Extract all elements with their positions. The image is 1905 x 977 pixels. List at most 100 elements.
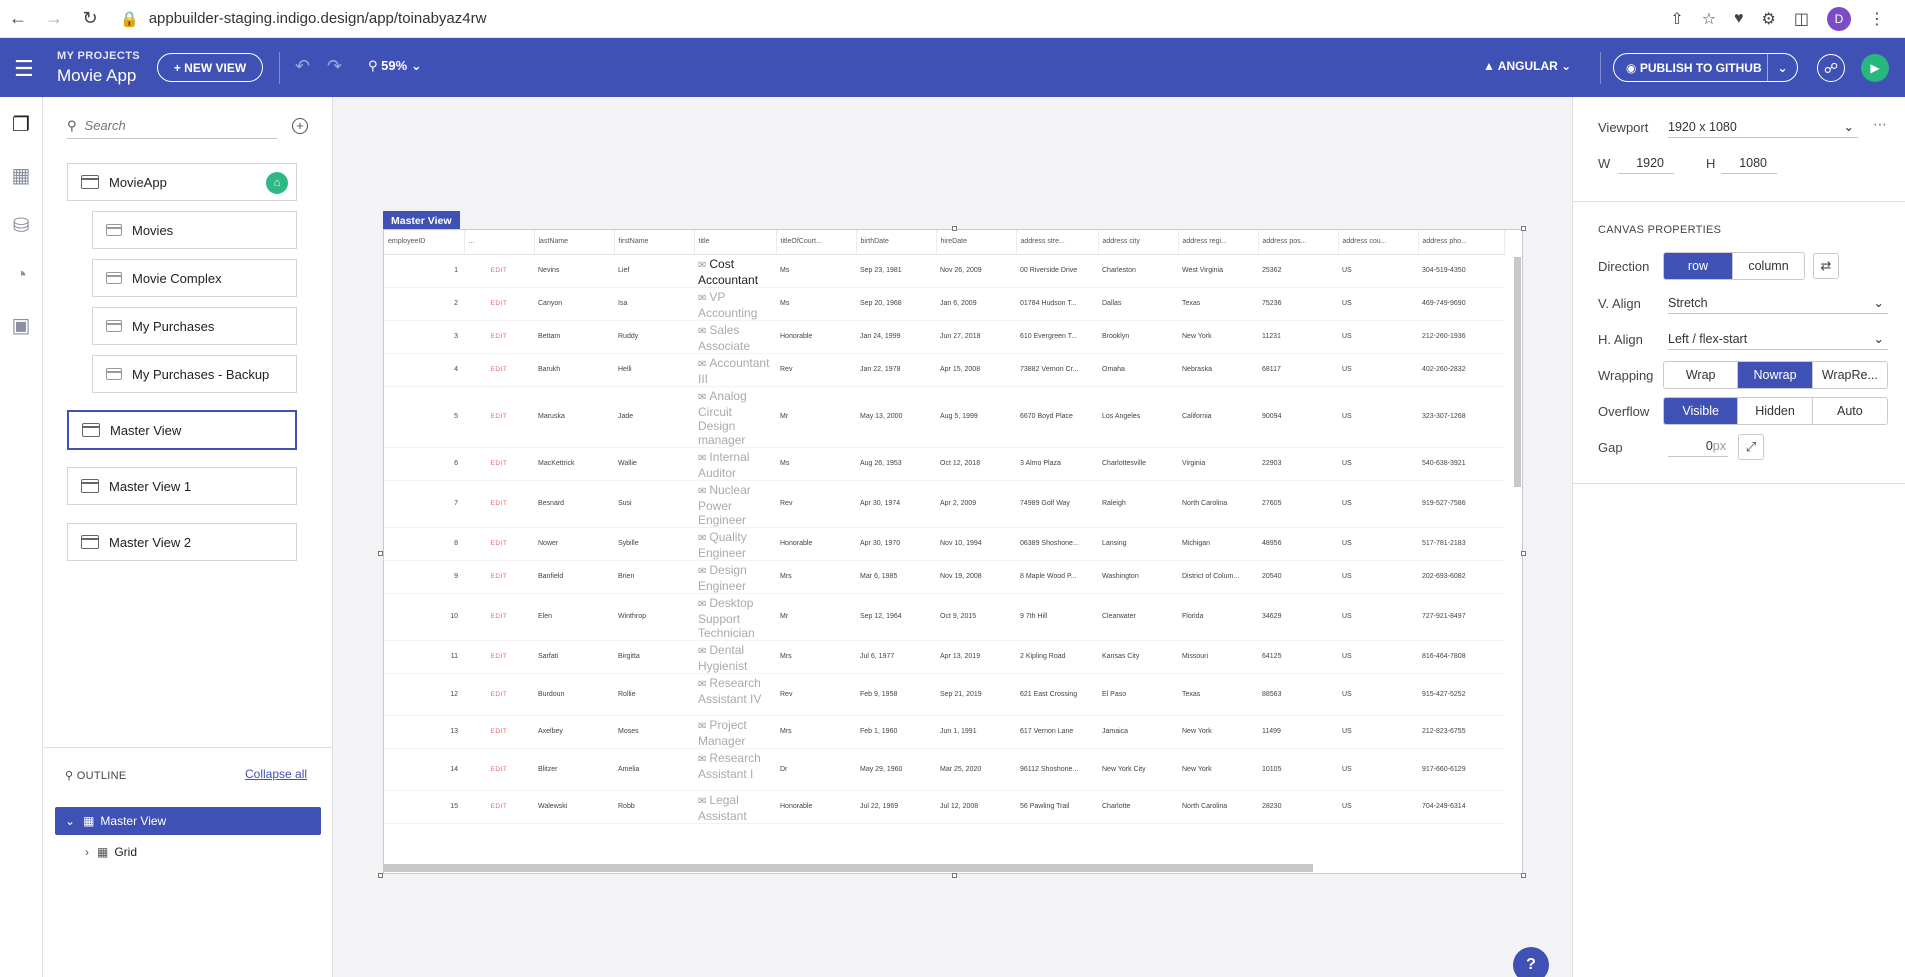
table-row[interactable]: 4 EDIT Barukh Helli ✉ Accountant III Rev Jan 22…: [384, 353, 1504, 387]
table-row[interactable]: 3 EDIT Bettam Ruddy ✉ Sales Associate Honorabl…: [384, 320, 1504, 354]
view-item-movie-complex[interactable]: Movie Complex: [92, 259, 297, 297]
data-grid[interactable]: employeeID... lastName firstName title title…: [383, 229, 1523, 874]
overflow-visible-option[interactable]: Visible: [1664, 398, 1739, 424]
table-row[interactable]: 13 EDIT Axelbey Moses ✉ Project Manager Mrs Feb…: [384, 715, 1504, 749]
overflow-auto-option[interactable]: Auto: [1813, 398, 1887, 424]
search-input[interactable]: [84, 118, 255, 133]
data-source-icon[interactable]: ⛁: [8, 212, 34, 238]
column-header[interactable]: ...: [464, 230, 535, 255]
undo-icon[interactable]: ↶: [295, 56, 310, 77]
valign-select[interactable]: Stretch ⌄: [1668, 292, 1888, 314]
add-view-icon[interactable]: +: [292, 118, 308, 134]
profile-avatar[interactable]: D: [1827, 7, 1851, 31]
search-icon[interactable]: ⚲: [65, 770, 73, 782]
view-item-movies[interactable]: Movies: [92, 211, 297, 249]
edit-button[interactable]: EDIT: [464, 320, 534, 354]
view-item-my-purchases[interactable]: My Purchases: [92, 307, 297, 345]
extension-puzzle-icon[interactable]: ⚙: [1762, 9, 1776, 29]
resize-handle[interactable]: [378, 551, 383, 556]
resize-handle[interactable]: [1521, 551, 1526, 556]
resize-handle[interactable]: [378, 873, 383, 878]
publish-dropdown-chevron-icon[interactable]: ⌄: [1767, 54, 1797, 81]
view-tag[interactable]: Master View: [383, 211, 460, 230]
viewport-select[interactable]: 1920 x 1080 ⌄: [1668, 116, 1858, 138]
table-row[interactable]: 12 EDIT Burdoun Rollie ✉ Research Assistant I…: [384, 673, 1504, 716]
overflow-hidden-option[interactable]: Hidden: [1738, 398, 1813, 424]
share-icon[interactable]: ☍: [1817, 54, 1845, 82]
table-row[interactable]: 2 EDIT Canyon Isa ✉ VP Accounting Ms Sep 20, 19…: [384, 287, 1504, 321]
forward-arrow-icon[interactable]: →: [36, 0, 72, 38]
framework-select[interactable]: ▲ ANGULAR ⌄: [1483, 59, 1571, 73]
table-row[interactable]: 6 EDIT MacKettrick Wallie ✉ Internal Auditor M…: [384, 447, 1504, 481]
view-item-movieapp[interactable]: MovieApp ⌂: [67, 163, 297, 201]
resize-handle[interactable]: [952, 873, 957, 878]
run-preview-icon[interactable]: ▶: [1861, 54, 1889, 82]
halign-select[interactable]: Left / flex-start ⌄: [1668, 328, 1888, 350]
edit-button[interactable]: EDIT: [464, 790, 534, 824]
edit-button[interactable]: EDIT: [464, 386, 534, 448]
wrap-option[interactable]: Wrap: [1664, 362, 1739, 388]
resize-handle[interactable]: [1521, 226, 1526, 231]
more-options-icon[interactable]: ⋯: [1873, 116, 1887, 133]
share-page-icon[interactable]: ⇧: [1670, 9, 1683, 29]
edit-button[interactable]: EDIT: [464, 480, 534, 528]
horizontal-scrollbar[interactable]: [383, 864, 1313, 872]
column-header[interactable]: address cou...: [1338, 230, 1419, 255]
column-header[interactable]: birthDate: [856, 230, 937, 255]
outline-item-master-view[interactable]: ⌄ ▦ Master View: [55, 807, 321, 835]
grid-table[interactable]: employeeID... lastName firstName title title…: [384, 230, 1505, 824]
address-bar[interactable]: 🔒 appbuilder-staging.indigo.design/app/t…: [120, 10, 486, 28]
edit-button[interactable]: EDIT: [464, 254, 534, 288]
edit-button[interactable]: EDIT: [464, 593, 534, 641]
reload-icon[interactable]: ↻: [72, 0, 108, 38]
wrap-reverse-option[interactable]: WrapRe...: [1813, 362, 1887, 388]
edit-button[interactable]: EDIT: [464, 640, 534, 674]
height-input[interactable]: 1080: [1721, 152, 1777, 174]
column-header[interactable]: employeeID: [384, 230, 465, 255]
table-row[interactable]: 10 EDIT Elen Winthrop ✉ Desktop Support Techn…: [384, 593, 1504, 641]
view-item-master-view-2[interactable]: Master View 2: [67, 523, 297, 561]
browser-menu-icon[interactable]: ⋮: [1869, 9, 1885, 29]
sidebar-toggle-icon[interactable]: ◫: [1794, 9, 1809, 29]
link-gap-icon[interactable]: ⤢: [1738, 434, 1764, 460]
help-button[interactable]: ?: [1513, 947, 1549, 977]
publish-github-button[interactable]: ◉ PUBLISH TO GITHUB ⌄: [1613, 53, 1798, 82]
width-input[interactable]: 1920: [1618, 152, 1674, 174]
nowrap-option[interactable]: Nowrap: [1738, 362, 1813, 388]
edit-button[interactable]: EDIT: [464, 353, 534, 387]
chevron-right-icon[interactable]: ›: [85, 845, 89, 859]
vertical-scrollbar[interactable]: [1514, 257, 1521, 487]
table-row[interactable]: 1 EDIT Nevins Lief ✉ Cost Accountant Ms Sep 23,…: [384, 254, 1504, 288]
direction-row-option[interactable]: row: [1664, 253, 1734, 279]
table-row[interactable]: 15 EDIT Walewski Robb ✉ Legal Assistant Honora…: [384, 790, 1504, 824]
column-header[interactable]: title: [694, 230, 777, 255]
column-header[interactable]: titleOfCourt...: [776, 230, 857, 255]
extension-heart-icon[interactable]: ♥: [1734, 10, 1744, 28]
edit-button[interactable]: EDIT: [464, 673, 534, 716]
table-row[interactable]: 5 EDIT Maruska Jade ✉ Analog Circuit Design m…: [384, 386, 1504, 448]
gap-input[interactable]: 0px: [1668, 435, 1728, 457]
table-row[interactable]: 14 EDIT Blitzer Amelia ✉ Research Assistant I…: [384, 748, 1504, 791]
assets-image-icon[interactable]: ▣: [8, 312, 34, 338]
edit-button[interactable]: EDIT: [464, 748, 534, 791]
table-row[interactable]: 9 EDIT Banfield Brien ✉ Design Engineer Mrs Mar…: [384, 560, 1504, 594]
view-item-master-view[interactable]: Master View: [67, 410, 297, 450]
edit-button[interactable]: EDIT: [464, 287, 534, 321]
views-icon[interactable]: ❐: [8, 111, 34, 137]
chevron-down-icon[interactable]: ⌄: [65, 814, 75, 828]
redo-icon[interactable]: ↷: [327, 56, 342, 77]
edit-button[interactable]: EDIT: [464, 560, 534, 594]
resize-handle[interactable]: [1521, 873, 1526, 878]
edit-button[interactable]: EDIT: [464, 715, 534, 749]
column-header[interactable]: address pho...: [1418, 230, 1505, 255]
edit-button[interactable]: EDIT: [464, 447, 534, 481]
column-header[interactable]: address regi...: [1178, 230, 1259, 255]
menu-icon[interactable]: ☰: [14, 56, 34, 82]
column-header[interactable]: hireDate: [936, 230, 1017, 255]
bookmark-star-icon[interactable]: ☆: [1702, 9, 1716, 29]
column-header[interactable]: address city: [1098, 230, 1179, 255]
edit-button[interactable]: EDIT: [464, 527, 534, 561]
collapse-all-link[interactable]: Collapse all: [245, 767, 307, 781]
view-item-master-view-1[interactable]: Master View 1: [67, 467, 297, 505]
outline-item-grid[interactable]: › ▦ Grid: [75, 838, 321, 866]
